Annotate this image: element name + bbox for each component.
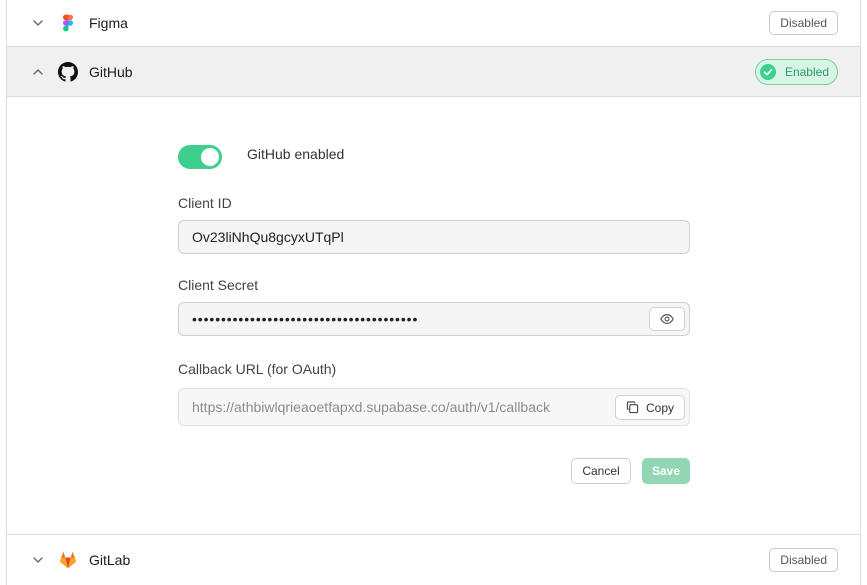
copy-label: Copy (645, 400, 674, 415)
check-circle-icon (759, 63, 776, 80)
reveal-secret-button[interactable] (649, 307, 685, 331)
client-id-label: Client ID (178, 195, 232, 211)
provider-row-gitlab[interactable]: GitLab Disabled (7, 534, 860, 585)
callback-url-input[interactable]: https://athbiwlqrieaoetfapxd.supabase.co… (178, 388, 690, 426)
status-badge: Disabled (769, 11, 838, 35)
gitlab-icon (58, 550, 78, 570)
provider-name: Figma (89, 15, 128, 31)
figma-icon (58, 13, 78, 33)
auth-providers-list: Figma Disabled GitHub Enabled GitHub ena… (6, 0, 861, 585)
client-id-input[interactable]: Ov23liNhQu8gcyxUTqPl (178, 220, 690, 254)
toggle-knob (201, 148, 219, 166)
status-badge: Enabled (754, 58, 838, 85)
eye-icon (660, 314, 674, 324)
github-enabled-toggle-group: GitHub enabled (178, 145, 344, 169)
copy-icon (626, 401, 639, 414)
callback-url-value: https://athbiwlqrieaoetfapxd.supabase.co… (192, 399, 551, 415)
chevron-down-icon[interactable] (32, 17, 44, 29)
toggle-label: GitHub enabled (247, 146, 345, 162)
copy-button[interactable]: Copy (614, 395, 685, 420)
client-secret-label: Client Secret (178, 277, 259, 293)
provider-name: GitLab (89, 552, 131, 568)
client-id-value: Ov23liNhQu8gcyxUTqPl (192, 229, 344, 245)
status-badge: Disabled (769, 548, 838, 572)
chevron-up-icon[interactable] (32, 66, 44, 78)
client-secret-input[interactable]: ••••••••••••••••••••••••••••••••••••••• (178, 302, 690, 336)
provider-row-figma[interactable]: Figma Disabled (7, 0, 860, 47)
callback-url-label: Callback URL (for OAuth) (178, 361, 337, 377)
github-enabled-toggle[interactable] (178, 145, 222, 169)
client-secret-value: ••••••••••••••••••••••••••••••••••••••• (192, 311, 419, 327)
github-icon (58, 61, 78, 82)
provider-name: GitHub (89, 63, 133, 80)
chevron-down-icon[interactable] (32, 554, 44, 566)
provider-row-github[interactable]: GitHub Enabled (7, 47, 860, 97)
status-badge-label: Enabled (784, 64, 829, 79)
github-settings-panel: GitHub enabled Client ID Ov23liNhQu8gcyx… (7, 97, 860, 534)
cancel-button[interactable]: Cancel (571, 458, 631, 484)
save-button[interactable]: Save (642, 458, 690, 484)
